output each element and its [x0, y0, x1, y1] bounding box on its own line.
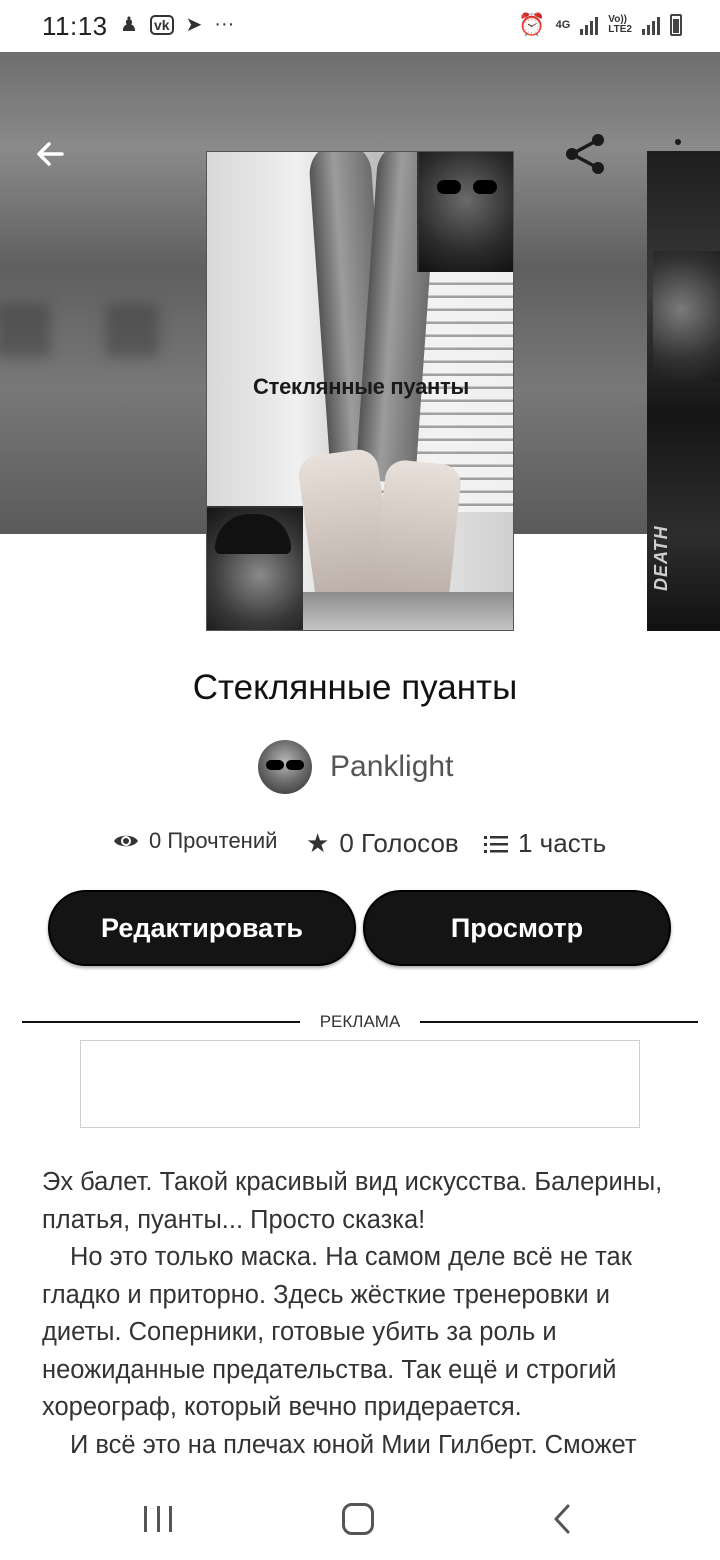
vk-icon: vk [149, 14, 174, 35]
alarm-icon: ⏰ [518, 12, 546, 37]
status-bar: 11:13 ♟ vk ➤ ··· ⏰ 4G Vo)) LTE2 [0, 0, 720, 52]
reads-stat: 0 Прочтений [113, 828, 277, 854]
cover-title: Стеклянные пуанты [253, 374, 469, 399]
divider-line [420, 1021, 698, 1023]
story-stats: 0 Прочтений ★ 0 Голосов 1 часть [0, 828, 720, 862]
parts-count: 1 часть [518, 828, 607, 858]
status-time: 11:13 [42, 11, 108, 41]
more-dots-icon: ··· [214, 13, 235, 35]
share-icon [566, 134, 604, 174]
next-book-cover[interactable]: DEATH [647, 151, 720, 631]
description-paragraph: Эх балет. Такой красивый вид искусства. … [42, 1168, 663, 1234]
author-link[interactable]: Panklight [258, 740, 453, 794]
signal-icon [580, 15, 599, 35]
telegram-icon: ➤ [185, 14, 203, 36]
divider-line [22, 1021, 300, 1023]
ad-banner[interactable] [80, 1040, 640, 1128]
battery-icon [670, 14, 682, 36]
ad-label: РЕКЛАМА [319, 1012, 401, 1031]
edit-button[interactable]: Редактировать [48, 890, 356, 966]
signal-2-icon [642, 15, 660, 35]
list-icon [484, 835, 508, 853]
hero-blur-decoration: ■ ■ [0, 264, 172, 387]
preview-button[interactable]: Просмотр [363, 890, 671, 966]
story-description: Эх балет. Такой красивый вид искусства. … [42, 1164, 692, 1464]
person-icon: ♟ [120, 14, 138, 36]
more-vert-icon [675, 139, 681, 145]
lte2-text: LTE2 [608, 24, 632, 35]
back-icon[interactable] [548, 1502, 578, 1536]
votes-count: 0 Голосов [339, 828, 459, 858]
description-clip: Эх балет. Такой красивый вид искусства. … [0, 1160, 720, 1472]
avatar[interactable] [258, 740, 312, 794]
ad-divider: РЕКЛАМА [22, 1012, 698, 1032]
reads-count: 0 Прочтений [149, 828, 278, 853]
next-cover-text: DEATH [651, 525, 671, 591]
status-right: ⏰ 4G Vo)) LTE2 [518, 12, 682, 38]
description-paragraph: Но это только маска. На самом деле всё н… [42, 1243, 632, 1421]
author-name[interactable]: Panklight [330, 750, 453, 784]
recents-icon[interactable] [144, 1506, 172, 1532]
book-cover[interactable]: Стеклянные пуанты [206, 151, 514, 631]
description-paragraph: И всё это на плечах юной Мии Гилберт. См… [70, 1430, 637, 1459]
star-icon: ★ [306, 828, 330, 858]
next-cover-photo [653, 251, 720, 381]
cover-photo-top [417, 152, 513, 272]
arrow-left-icon [37, 142, 64, 166]
home-icon[interactable] [342, 1503, 374, 1535]
parts-stat: 1 часть [484, 828, 606, 859]
share-button[interactable] [562, 130, 610, 178]
cover-photo-bottom [207, 506, 303, 630]
system-nav-bar [0, 1478, 720, 1560]
eye-icon [114, 835, 138, 847]
votes-stat: ★ 0 Голосов [306, 828, 459, 859]
book-title: Стеклянные пуанты [192, 668, 518, 707]
back-button[interactable] [28, 132, 72, 176]
notification-icons: ♟ vk ➤ ··· [120, 12, 234, 37]
volte-label: Vo)) LTE2 [608, 15, 632, 35]
network-4g: 4G [555, 19, 571, 31]
